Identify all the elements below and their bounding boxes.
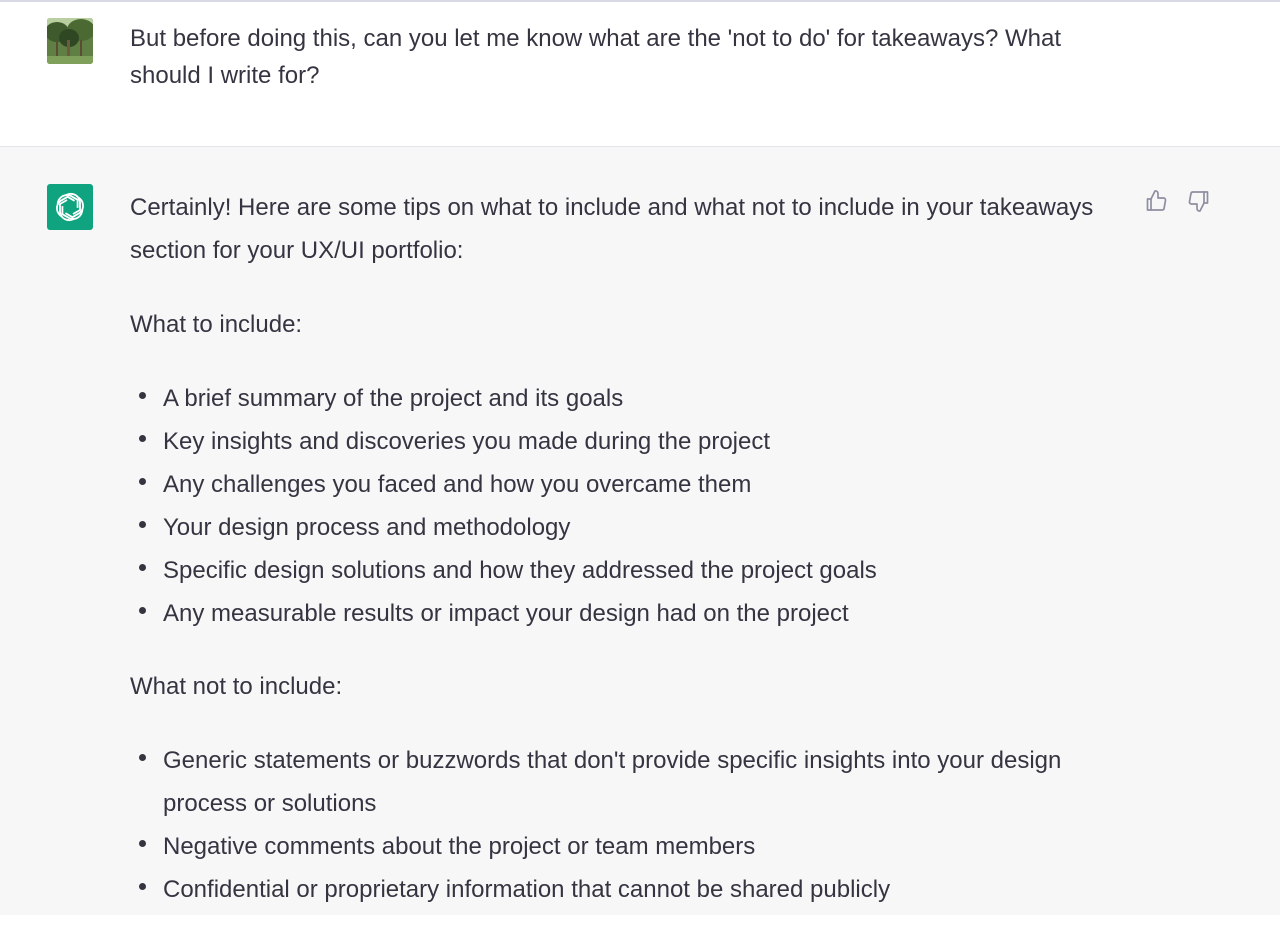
- openai-logo-icon: [56, 192, 84, 222]
- bullet-icon: [139, 521, 146, 528]
- list-item: Any measurable results or impact your de…: [130, 592, 1120, 635]
- thumbs-up-button[interactable]: [1142, 187, 1170, 215]
- bullet-icon: [139, 883, 146, 890]
- bullet-icon: [139, 754, 146, 761]
- thumbs-down-button[interactable]: [1185, 187, 1213, 215]
- list-item: A brief summary of the project and its g…: [130, 377, 1120, 420]
- bullet-icon: [139, 607, 146, 614]
- list-item: Confidential or proprietary information …: [130, 868, 1120, 911]
- exclude-heading: What not to include:: [130, 673, 343, 700]
- bullet-icon: [139, 392, 146, 399]
- assistant-message-row: Certainly! Here are some tips on what to…: [0, 147, 1280, 915]
- assistant-avatar: [47, 184, 93, 230]
- include-list: A brief summary of the project and its g…: [130, 377, 1120, 635]
- thumbs-up-icon: [1146, 190, 1167, 211]
- user-photo-avatar-icon: [47, 18, 93, 64]
- list-item: Specific design solutions and how they a…: [130, 549, 1120, 592]
- include-heading: What to include:: [130, 311, 303, 338]
- assistant-message-content: Certainly! Here are some tips on what to…: [130, 186, 1120, 941]
- assistant-intro-text: Certainly! Here are some tips on what to…: [130, 194, 1094, 264]
- exclude-list: Generic statements or buzzwords that don…: [130, 739, 1120, 911]
- list-item: Your design process and methodology: [130, 506, 1120, 549]
- list-item: Generic statements or buzzwords that don…: [130, 739, 1120, 825]
- bullet-icon: [139, 435, 146, 442]
- bullet-icon: [139, 478, 146, 485]
- user-message-row: But before doing this, can you let me kn…: [0, 2, 1280, 147]
- list-item: Key insights and discoveries you made du…: [130, 420, 1120, 463]
- list-item: Negative comments about the project or t…: [130, 825, 1120, 868]
- user-avatar: [47, 18, 93, 64]
- bullet-icon: [139, 564, 146, 571]
- thumbs-down-icon: [1188, 191, 1209, 212]
- bullet-icon: [139, 840, 146, 847]
- user-message-text: But before doing this, can you let me kn…: [130, 25, 1062, 89]
- list-item: Any challenges you faced and how you ove…: [130, 463, 1120, 506]
